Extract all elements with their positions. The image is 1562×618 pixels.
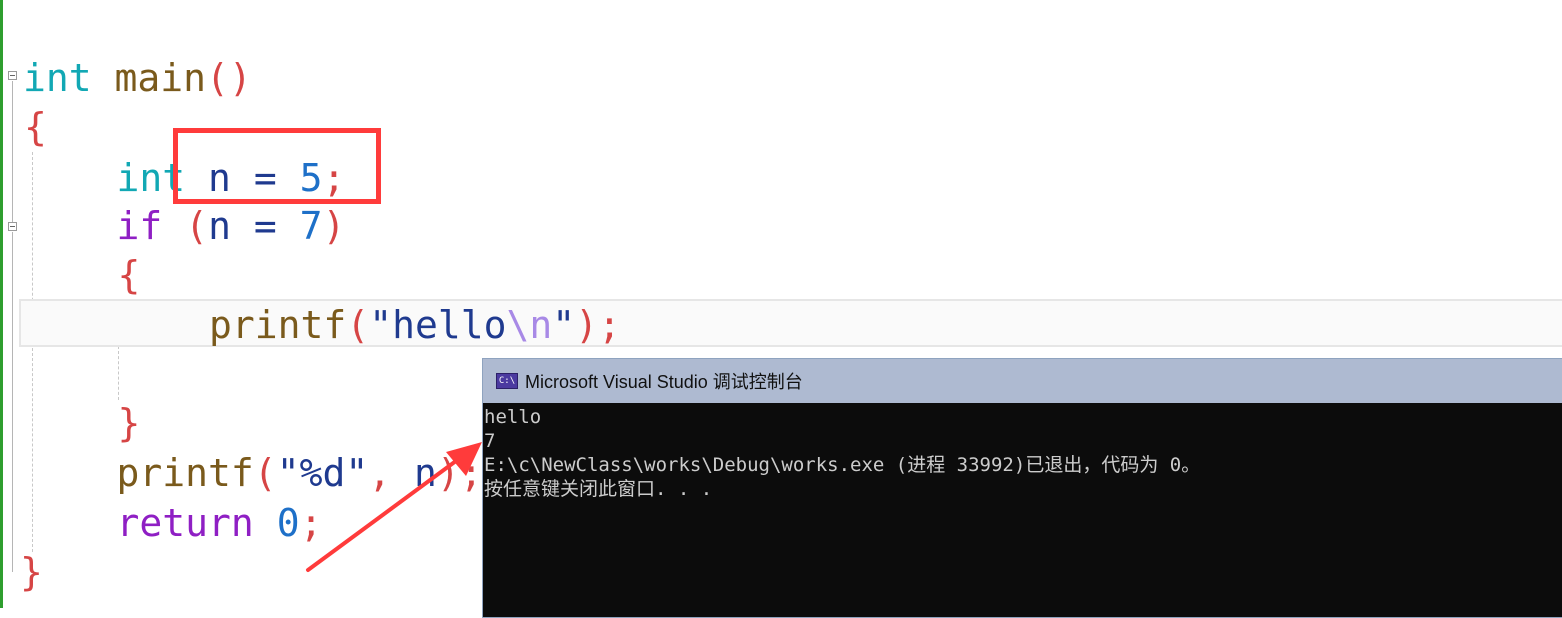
code-line[interactable]: {	[26, 250, 141, 300]
collapse-main-icon[interactable]	[8, 71, 17, 80]
console-line: hello	[484, 406, 542, 428]
code-token: 7	[299, 204, 323, 248]
console-title: Microsoft Visual Studio 调试控制台	[525, 372, 803, 392]
code-line[interactable]: return 0;	[25, 498, 323, 548]
code-token: )	[322, 204, 346, 248]
code-line[interactable]: }	[20, 547, 43, 597]
code-line[interactable]: int main()	[23, 53, 252, 103]
code-token: int	[23, 56, 92, 100]
code-line[interactable]: if (n = 7)	[25, 201, 346, 251]
code-token: n	[208, 204, 231, 248]
code-token: (	[185, 204, 209, 248]
collapse-if-icon[interactable]	[8, 222, 17, 231]
code-token: printf	[209, 303, 347, 347]
code-token: main	[114, 56, 207, 100]
code-token: }	[20, 550, 43, 594]
outline-line	[12, 232, 13, 572]
debug-console-window[interactable]: C:\ Microsoft Visual Studio 调试控制台 hello …	[482, 358, 1562, 618]
console-line: 7	[484, 430, 496, 452]
outline-line	[12, 81, 13, 224]
code-token: }	[117, 401, 141, 445]
annotation-highlight-box	[173, 128, 381, 204]
code-token: {	[24, 105, 47, 149]
code-token: =	[230, 204, 300, 248]
code-token: \n	[506, 303, 553, 347]
code-token: {	[117, 253, 141, 297]
console-app-icon: C:\	[496, 373, 518, 389]
console-line: E:\c\NewClass\works\Debug\works.exe (进程 …	[484, 454, 1201, 476]
change-tracking-bar	[0, 0, 3, 608]
console-title-bar[interactable]: C:\ Microsoft Visual Studio 调试控制台	[483, 359, 1562, 403]
annotation-arrow	[306, 442, 482, 572]
code-token: "	[552, 303, 576, 347]
code-token: (	[253, 451, 277, 495]
code-line[interactable]: printf("hello\n");	[26, 300, 621, 350]
code-line[interactable]: }	[26, 398, 141, 448]
console-output[interactable]: hello 7 E:\c\NewClass\works\Debug\works.…	[483, 403, 1562, 617]
code-token: 0	[276, 501, 300, 545]
code-line[interactable]: {	[24, 102, 47, 152]
code-token: (	[346, 303, 370, 347]
code-token: "hello	[369, 303, 507, 347]
code-token: ()	[206, 56, 252, 100]
code-token: printf	[116, 451, 254, 495]
code-token: return	[116, 501, 254, 545]
code-token: if	[116, 204, 163, 248]
code-token: );	[575, 303, 621, 347]
console-line: 按任意键关闭此窗口. . .	[484, 478, 713, 500]
